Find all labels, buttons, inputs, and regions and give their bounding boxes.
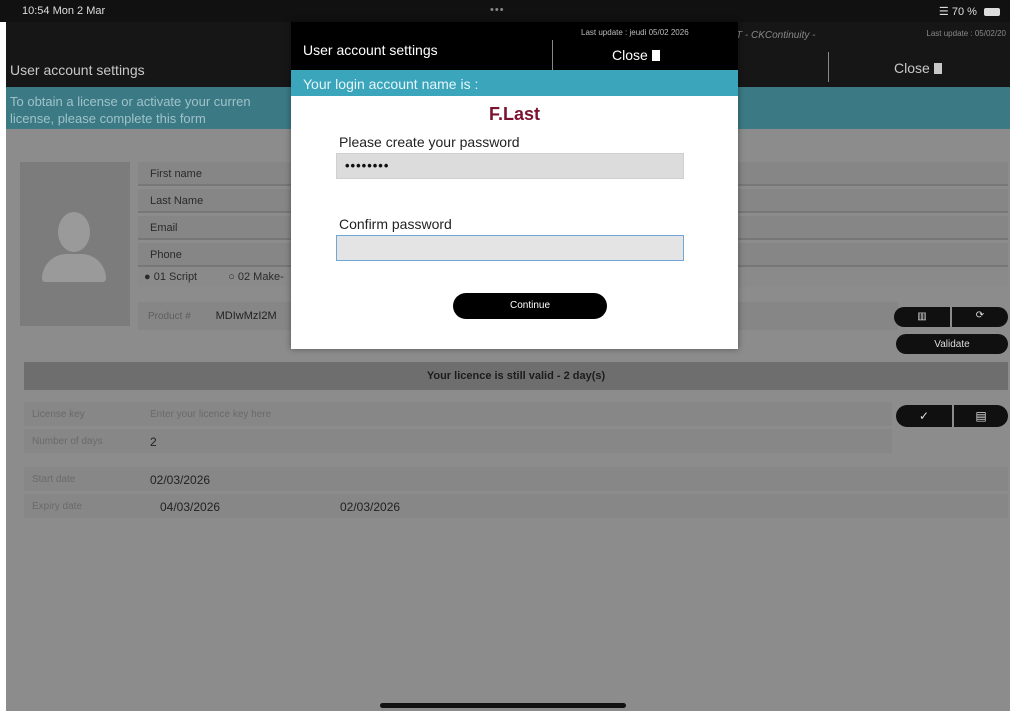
- start-date-value: 02/03/2026: [150, 473, 211, 487]
- license-key-input[interactable]: Enter your licence key here: [150, 409, 271, 420]
- start-date-row: Start date 02/03/2026: [24, 467, 1008, 491]
- number-of-days-value: 2: [150, 435, 157, 449]
- paste-key-button[interactable]: ▤: [954, 405, 1008, 427]
- battery-indicator: ☰ 70 %: [939, 5, 1000, 18]
- avatar-placeholder[interactable]: [20, 162, 130, 326]
- dialog-close-button[interactable]: Close: [612, 47, 660, 63]
- dialog-last-update: Last update : jeudi 05/02 2026: [581, 28, 689, 37]
- wifi-icon: ☰: [938, 6, 949, 18]
- dialog-header: User account settings Last update : jeud…: [291, 22, 738, 70]
- expiry-date-row: Expiry date 04/03/2026 02/03/2026: [24, 494, 1008, 518]
- start-date-label: Start date: [32, 474, 76, 485]
- continue-button[interactable]: Continue: [453, 293, 607, 319]
- checkmark-icon: ✓: [918, 409, 930, 423]
- clipboard-icon: ▤: [975, 409, 987, 423]
- expiry-date-label: Expiry date: [32, 501, 83, 512]
- product-label: Product #: [148, 311, 191, 322]
- avatar-body-icon: [42, 254, 106, 282]
- radio-make[interactable]: ○ 02 Make-: [228, 271, 298, 283]
- password-label: Please create your password: [339, 134, 520, 150]
- expiry-date-value-2: 02/03/2026: [340, 500, 401, 514]
- refresh-icon: ⟳: [975, 310, 985, 321]
- dialog-header-divider: [552, 40, 553, 70]
- dialog-title: User account settings: [303, 42, 438, 58]
- battery-icon: [984, 8, 1000, 17]
- expiry-date-value: 04/03/2026: [160, 500, 221, 514]
- home-indicator[interactable]: [380, 703, 626, 708]
- status-time: 10:54 Mon 2 Mar: [22, 5, 106, 17]
- copy-button[interactable]: ▥: [894, 307, 950, 327]
- exit-door-icon: [651, 50, 660, 61]
- radio-script[interactable]: ● 01 Script: [144, 271, 211, 283]
- copy-icon: ▥: [917, 311, 927, 322]
- battery-level: 70 %: [951, 6, 977, 18]
- confirm-password-label: Confirm password: [339, 216, 452, 232]
- login-account-name: F.Last: [488, 104, 540, 124]
- multitask-dots-icon[interactable]: •••: [490, 4, 505, 16]
- avatar-head-icon: [58, 212, 90, 252]
- refresh-button[interactable]: ⟳: [952, 307, 1008, 327]
- header-divider: [828, 52, 829, 82]
- exit-door-icon: [933, 63, 942, 74]
- background-last-update: Last update : 05/02/20: [926, 29, 1006, 38]
- number-of-days-label: Number of days: [32, 436, 103, 447]
- app-subtitle: T - CKContinuity -: [736, 30, 816, 41]
- license-key-row[interactable]: License key Enter your licence key here: [24, 402, 892, 426]
- password-input[interactable]: ••••••••: [336, 153, 684, 179]
- number-of-days-row: Number of days 2: [24, 429, 892, 453]
- validate-button[interactable]: Validate: [896, 334, 1008, 354]
- product-value: MDIwMzI2M: [215, 310, 277, 322]
- background-page-title: User account settings: [10, 62, 145, 78]
- status-bar: 10:54 Mon 2 Mar ••• ☰ 70 %: [0, 0, 1010, 22]
- license-key-label: License key: [32, 409, 85, 420]
- confirm-key-button[interactable]: ✓: [896, 405, 952, 427]
- password-dialog: User account settings Last update : jeud…: [291, 22, 738, 349]
- background-close-button[interactable]: Close: [894, 60, 942, 76]
- license-status-bar: Your licence is still valid - 2 day(s): [24, 362, 1008, 390]
- confirm-password-input[interactable]: [336, 235, 684, 261]
- login-banner: Your login account name is :: [291, 70, 738, 96]
